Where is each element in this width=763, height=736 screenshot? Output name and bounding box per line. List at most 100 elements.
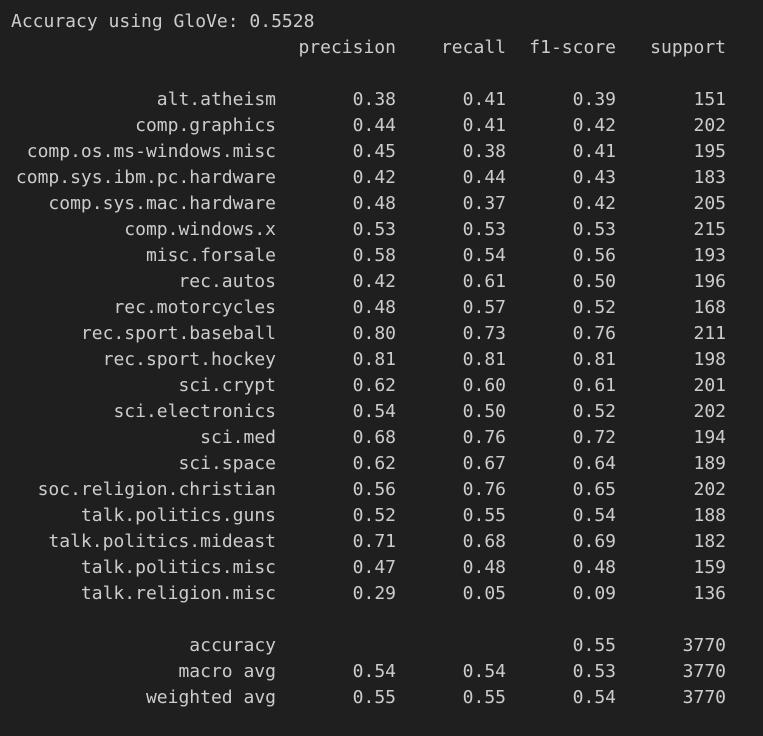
recall-cell: 0.38 — [462, 141, 506, 162]
row-label: accuracy — [189, 635, 276, 656]
row-label: comp.windows.x — [124, 219, 276, 240]
f1-score-cell: 0.76 — [572, 323, 616, 344]
f1-score-cell: 0.50 — [572, 271, 616, 292]
support-cell: 202 — [693, 479, 726, 500]
precision-cell: 0.48 — [352, 297, 396, 318]
support-cell: 189 — [693, 453, 726, 474]
precision-cell: 0.54 — [352, 401, 396, 422]
precision-cell: 0.47 — [352, 557, 396, 578]
row-label: sci.med — [200, 427, 276, 448]
recall-cell: 0.05 — [462, 583, 506, 604]
table-row: misc.forsale 0.58 0.54 0.56 193 — [0, 243, 763, 269]
recall-cell: 0.76 — [462, 427, 506, 448]
f1-score-cell: 0.42 — [572, 115, 616, 136]
support-cell: 211 — [693, 323, 726, 344]
f1-score-cell: 0.53 — [572, 661, 616, 682]
recall-cell: 0.41 — [462, 115, 506, 136]
table-row: sci.crypt 0.62 0.60 0.61 201 — [0, 373, 763, 399]
f1-score-cell: 0.54 — [572, 687, 616, 708]
support-cell: 198 — [693, 349, 726, 370]
support-cell: 188 — [693, 505, 726, 526]
precision-cell: 0.56 — [352, 479, 396, 500]
support-cell: 3770 — [682, 661, 726, 682]
support-cell: 136 — [693, 583, 726, 604]
row-label: misc.forsale — [145, 245, 276, 266]
precision-cell: 0.53 — [352, 219, 396, 240]
f1-score-cell: 0.09 — [572, 583, 616, 604]
recall-cell: 0.81 — [462, 349, 506, 370]
f1-score-cell: 0.55 — [572, 635, 616, 656]
precision-cell: 0.48 — [352, 193, 396, 214]
row-label: rec.sport.baseball — [80, 323, 276, 344]
precision-cell: 0.58 — [352, 245, 396, 266]
f1-score-cell: 0.41 — [572, 141, 616, 162]
f1-score-cell: 0.54 — [572, 505, 616, 526]
recall-cell: 0.37 — [462, 193, 506, 214]
header-precision: precision — [298, 37, 396, 58]
recall-cell: 0.55 — [462, 687, 506, 708]
support-cell: 215 — [693, 219, 726, 240]
table-row: soc.religion.christian 0.56 0.76 0.65 202 — [0, 477, 763, 503]
precision-cell: 0.55 — [352, 687, 396, 708]
support-cell: 183 — [693, 167, 726, 188]
terminal-output: Accuracy using GloVe: 0.5528 precision r… — [0, 0, 763, 736]
precision-cell: 0.52 — [352, 505, 396, 526]
recall-cell: 0.76 — [462, 479, 506, 500]
precision-cell: 0.42 — [352, 271, 396, 292]
recall-cell: 0.50 — [462, 401, 506, 422]
precision-cell: 0.54 — [352, 661, 396, 682]
recall-cell: 0.54 — [462, 661, 506, 682]
support-cell: 3770 — [682, 687, 726, 708]
recall-cell: 0.48 — [462, 557, 506, 578]
table-row: comp.windows.x 0.53 0.53 0.53 215 — [0, 217, 763, 243]
precision-cell: 0.68 — [352, 427, 396, 448]
table-row: talk.politics.misc 0.47 0.48 0.48 159 — [0, 555, 763, 581]
support-cell: 194 — [693, 427, 726, 448]
f1-score-cell: 0.81 — [572, 349, 616, 370]
f1-score-cell: 0.42 — [572, 193, 616, 214]
row-label: rec.motorcycles — [113, 297, 276, 318]
row-label: macro avg — [178, 661, 276, 682]
row-label: talk.politics.guns — [80, 505, 276, 526]
precision-cell: 0.29 — [352, 583, 396, 604]
f1-score-cell: 0.72 — [572, 427, 616, 448]
table-row: comp.os.ms-windows.misc 0.45 0.38 0.41 195 — [0, 139, 763, 165]
table-row: rec.motorcycles 0.48 0.57 0.52 168 — [0, 295, 763, 321]
recall-cell: 0.73 — [462, 323, 506, 344]
table-row: sci.med 0.68 0.76 0.72 194 — [0, 425, 763, 451]
precision-cell: 0.62 — [352, 453, 396, 474]
precision-cell: 0.71 — [352, 531, 396, 552]
support-cell: 196 — [693, 271, 726, 292]
table-row: talk.politics.guns 0.52 0.55 0.54 188 — [0, 503, 763, 529]
f1-score-cell: 0.39 — [572, 89, 616, 110]
f1-score-cell: 0.53 — [572, 219, 616, 240]
f1-score-cell: 0.52 — [572, 297, 616, 318]
accuracy-line: Accuracy using GloVe: 0.5528 — [0, 9, 763, 35]
precision-cell: 0.45 — [352, 141, 396, 162]
header-recall: recall — [440, 37, 506, 58]
precision-cell: 0.42 — [352, 167, 396, 188]
f1-score-cell: 0.56 — [572, 245, 616, 266]
recall-cell: 0.53 — [462, 219, 506, 240]
support-cell: 182 — [693, 531, 726, 552]
accuracy-text: Accuracy using GloVe: 0.5528 — [11, 11, 315, 32]
f1-score-cell: 0.52 — [572, 401, 616, 422]
recall-cell: 0.57 — [462, 297, 506, 318]
recall-cell: 0.41 — [462, 89, 506, 110]
table-row: alt.atheism 0.38 0.41 0.39 151 — [0, 87, 763, 113]
recall-cell: 0.61 — [462, 271, 506, 292]
f1-score-cell: 0.61 — [572, 375, 616, 396]
support-cell: 205 — [693, 193, 726, 214]
table-row: sci.space 0.62 0.67 0.64 189 — [0, 451, 763, 477]
precision-cell: 0.38 — [352, 89, 396, 110]
f1-score-cell: 0.64 — [572, 453, 616, 474]
precision-cell: 0.80 — [352, 323, 396, 344]
recall-cell: 0.55 — [462, 505, 506, 526]
support-cell: 159 — [693, 557, 726, 578]
support-cell: 151 — [693, 89, 726, 110]
f1-score-cell: 0.43 — [572, 167, 616, 188]
table-row: rec.autos 0.42 0.61 0.50 196 — [0, 269, 763, 295]
summary-row: macro avg 0.54 0.54 0.53 3770 — [0, 659, 763, 685]
header-support: support — [650, 37, 726, 58]
support-cell: 168 — [693, 297, 726, 318]
